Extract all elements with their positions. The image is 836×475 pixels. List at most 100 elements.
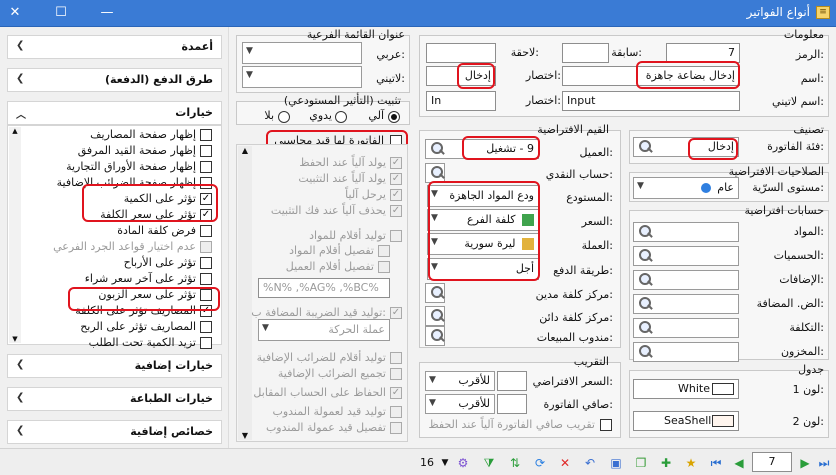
search-icon[interactable] [428, 284, 446, 302]
delete-icon[interactable]: ✕ [557, 456, 573, 470]
options-scrollbar[interactable]: ▲ ▼ [238, 146, 252, 440]
scroll-up-icon[interactable]: ▲ [9, 127, 21, 135]
side-extra-options-title: خيارات إضافية [134, 359, 213, 372]
side-option-checkbox[interactable] [200, 145, 212, 157]
option-checkbox[interactable]: ✓ [390, 307, 402, 319]
option-checkbox[interactable] [390, 406, 402, 418]
latin-subtitle-select[interactable]: ▼ [242, 66, 362, 88]
side-option-checkbox[interactable] [200, 241, 212, 253]
prev-input[interactable] [562, 43, 609, 63]
account-field[interactable] [633, 270, 739, 290]
net-round-select[interactable]: ▼ للأقرب [425, 394, 495, 414]
side-options-header[interactable]: خيارات ︿ [7, 101, 222, 125]
filter-icon[interactable]: ⧩ [481, 456, 497, 470]
option-checkbox[interactable]: ✓ [390, 205, 402, 217]
option-checkbox[interactable]: ✓ [390, 387, 402, 399]
rep-field[interactable] [425, 326, 445, 346]
posting-none-radio[interactable] [278, 111, 290, 123]
side-option-checkbox[interactable] [200, 337, 212, 349]
security-select[interactable]: ▼ عام [633, 177, 739, 199]
search-icon[interactable] [428, 164, 446, 182]
net-precision[interactable] [497, 394, 527, 414]
option-checkbox[interactable]: ✓ [390, 173, 402, 185]
maximize-button[interactable]: ☐ [50, 3, 72, 23]
credit-cc-field[interactable] [425, 306, 445, 326]
option-checkbox[interactable] [390, 230, 402, 242]
code-input[interactable]: 7 [666, 43, 740, 63]
account-field[interactable] [633, 342, 739, 362]
posting-manual-radio[interactable] [335, 111, 347, 123]
side-option-checkbox[interactable] [200, 273, 212, 285]
side-columns-title: أعمدة [181, 40, 213, 53]
side-options-scrollbar[interactable]: ▲ ▼ [9, 127, 21, 343]
vat-currency-select[interactable]: ▼ عملة الحركة [258, 319, 390, 341]
add-icon[interactable]: ✚ [658, 456, 674, 470]
def-price-round-select[interactable]: ▼ للأقرب [425, 371, 495, 391]
scroll-down-icon[interactable]: ▼ [9, 335, 21, 343]
minimize-button[interactable]: — [96, 3, 118, 23]
search-icon[interactable] [428, 140, 446, 158]
side-extra-options-header[interactable]: خيارات إضافية ❯ [7, 354, 222, 378]
color1-field[interactable]: White [633, 379, 739, 399]
search-icon[interactable] [428, 327, 446, 345]
side-print-options-header[interactable]: خيارات الطباعة ❯ [7, 387, 222, 411]
color2-field[interactable]: SeaShell [633, 411, 739, 431]
side-option-checkbox[interactable] [200, 321, 212, 333]
option-checkbox[interactable] [390, 352, 402, 364]
account-field[interactable] [633, 318, 739, 338]
dropdown-arrow-icon[interactable]: ▼ [437, 456, 453, 470]
star-icon[interactable]: ★ [683, 456, 699, 470]
scroll-up-icon[interactable]: ▲ [238, 146, 252, 155]
app-icon: ≡ [816, 6, 830, 19]
option-checkbox[interactable]: ✓ [390, 189, 402, 201]
option-checkbox[interactable] [390, 422, 402, 434]
first-record-icon[interactable]: ⏮ [708, 456, 724, 470]
account-field[interactable] [633, 222, 739, 242]
side-option-checkbox[interactable] [200, 257, 212, 269]
close-button[interactable]: ✕ [4, 3, 26, 23]
arabic-subtitle-select[interactable]: ▼ [242, 42, 362, 64]
search-icon[interactable] [636, 295, 654, 313]
option-checkbox[interactable] [378, 245, 390, 257]
scroll-down-icon[interactable]: ▼ [238, 431, 252, 440]
search-icon[interactable] [636, 319, 654, 337]
posting-auto-radio[interactable] [388, 111, 400, 123]
account-field[interactable] [633, 246, 739, 266]
search-icon[interactable] [428, 307, 446, 325]
page-number-input[interactable]: 7 [752, 452, 792, 472]
sort-icon[interactable]: ⇅ [507, 456, 523, 470]
option-checkbox[interactable] [390, 368, 402, 380]
search-icon[interactable] [636, 271, 654, 289]
chevron-down-icon: ▼ [429, 375, 436, 385]
side-option-label: تزيد الكمية تحت الطلب [88, 336, 196, 349]
def-price-precision[interactable] [497, 371, 527, 391]
settings-icon[interactable]: ⚙ [455, 456, 471, 470]
side-option-checkbox[interactable] [200, 225, 212, 237]
search-icon[interactable] [636, 138, 654, 156]
refresh-icon[interactable]: ⟳ [532, 456, 548, 470]
latin-name-input[interactable]: Input [562, 91, 740, 111]
side-option-checkbox[interactable] [200, 129, 212, 141]
account-field[interactable] [633, 294, 739, 314]
save-icon[interactable]: ▣ [608, 456, 624, 470]
side-extra-props-header[interactable]: خصائص إضافية ❯ [7, 420, 222, 444]
search-icon[interactable] [636, 223, 654, 241]
side-columns-header[interactable]: أعمدة ❯ [7, 35, 222, 59]
last-record-icon[interactable]: ⏭ [816, 456, 832, 470]
auto-round-checkbox[interactable] [600, 419, 612, 431]
entry-format-field[interactable]: %N% ,%AG% ,%BC% [258, 278, 390, 298]
cash-field[interactable] [425, 163, 445, 183]
side-payment-header[interactable]: طرق الدفع (الدفعة) ❯ [7, 68, 222, 92]
undo-icon[interactable]: ↶ [582, 456, 598, 470]
latin-abbr-input[interactable]: In [426, 91, 496, 111]
next-input[interactable] [426, 43, 496, 63]
search-icon[interactable] [636, 247, 654, 265]
search-icon[interactable] [636, 343, 654, 361]
debit-cc-field[interactable] [425, 283, 445, 303]
side-option-checkbox[interactable] [200, 161, 212, 173]
option-checkbox[interactable] [378, 261, 390, 273]
copy-icon[interactable]: ❐ [633, 456, 649, 470]
next-record-icon[interactable]: ▶ [797, 456, 813, 470]
option-checkbox[interactable]: ✓ [390, 157, 402, 169]
prev-record-icon[interactable]: ◀ [731, 456, 747, 470]
